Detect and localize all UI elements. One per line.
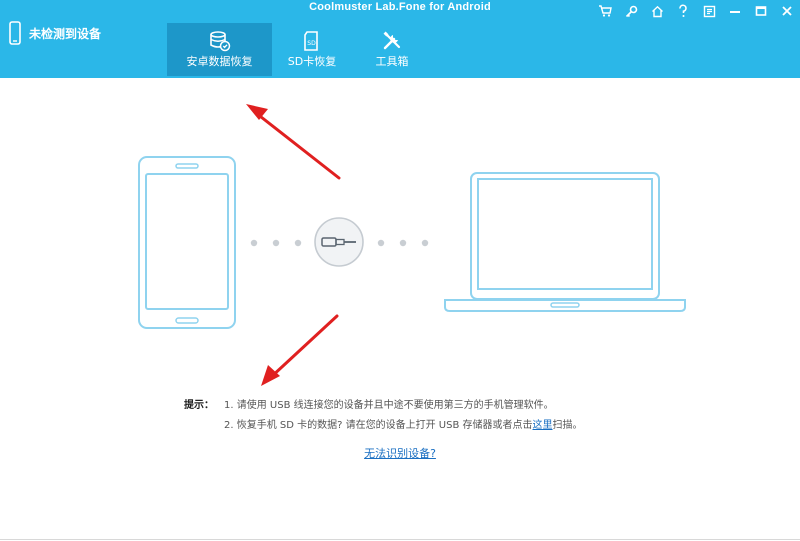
tab-sd-card-recovery[interactable]: SD SD卡恢复 xyxy=(272,23,352,76)
device-status: 未检测到设备 xyxy=(8,18,101,48)
tips-label: 提示： xyxy=(184,399,214,411)
tab-android-recovery[interactable]: 安卓数据恢复 xyxy=(167,23,272,76)
device-status-label: 未检测到设备 xyxy=(29,26,102,41)
database-recover-icon xyxy=(209,30,231,52)
window-controls xyxy=(592,2,800,20)
footer-divider xyxy=(0,539,800,540)
tab-toolbox-label: 工具箱 xyxy=(375,55,409,68)
phone-icon xyxy=(8,20,22,46)
device-not-recognized-link[interactable]: 无法识别设备? xyxy=(364,447,436,460)
svg-text:SD: SD xyxy=(307,40,316,47)
tab-android-recovery-label: 安卓数据恢复 xyxy=(186,55,253,68)
minimize-icon[interactable] xyxy=(722,2,748,20)
connection-illustration xyxy=(138,156,686,329)
tips-section: 提示： 1. 请使用 USB 线连接您的设备并且中途不要使用第三方的手机管理软件… xyxy=(184,393,744,433)
tip-usb-text: 1. 请使用 USB 线连接您的设备并且中途不要使用第三方的手机管理软件。 xyxy=(224,399,554,411)
tab-toolbox[interactable]: 工具箱 xyxy=(352,23,432,76)
phone-illustration xyxy=(138,156,236,329)
tip-sd-text: 2. 恢复手机 SD 卡的数据? 请在您的设备上打开 USB 存储器或者点击 xyxy=(224,419,533,431)
home-icon[interactable] xyxy=(644,2,670,20)
connection-dots-right xyxy=(377,239,429,247)
key-icon[interactable] xyxy=(618,2,644,20)
connection-dots-left xyxy=(250,239,302,247)
maximize-icon[interactable] xyxy=(748,2,774,20)
tip-row-2: 2. 恢复手机 SD 卡的数据? 请在您的设备上打开 USB 存储器或者点击 这… xyxy=(184,413,744,433)
help-link-container: 无法识别设备? xyxy=(0,445,800,461)
feedback-icon[interactable] xyxy=(696,2,722,20)
tools-icon xyxy=(381,30,403,52)
usb-cable-icon xyxy=(314,217,364,267)
sd-card-icon: SD xyxy=(301,30,323,52)
app-window: Coolmuster Lab.Fone for Android 未检测到设备 安… xyxy=(0,0,800,541)
help-icon[interactable] xyxy=(670,2,696,20)
close-icon[interactable] xyxy=(774,2,800,20)
main-tabs: 安卓数据恢复 SD SD卡恢复 工具箱 xyxy=(167,23,432,76)
tip-sd-text-end: 扫描。 xyxy=(552,419,583,431)
tab-sd-card-recovery-label: SD卡恢复 xyxy=(287,55,337,68)
cart-icon[interactable] xyxy=(592,2,618,20)
tip-row-1: 提示： 1. 请使用 USB 线连接您的设备并且中途不要使用第三方的手机管理软件… xyxy=(184,393,744,413)
header-bar: Coolmuster Lab.Fone for Android 未检测到设备 安… xyxy=(0,0,800,78)
scan-here-link[interactable]: 这里 xyxy=(533,416,553,431)
laptop-illustration xyxy=(444,172,686,312)
